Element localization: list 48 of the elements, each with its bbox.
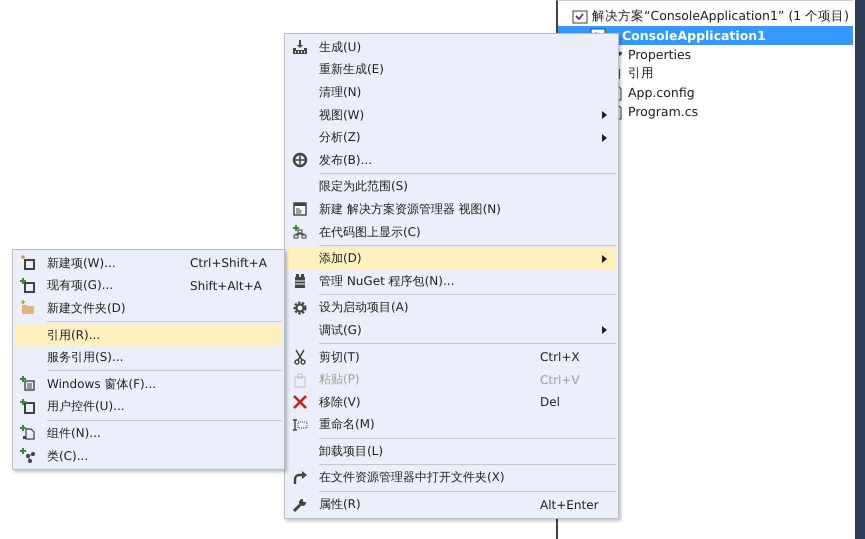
menu-item[interactable]: 分析(Z) xyxy=(287,126,616,149)
menu-item[interactable]: Windows 窗体(F)... xyxy=(15,372,282,396)
tree-item[interactable]: 解决方案“ConsoleApplication1” (1 个项目) xyxy=(558,7,853,26)
scissors-icon xyxy=(292,349,308,366)
menu-item[interactable]: 重新生成(E) xyxy=(287,58,616,82)
menu-item[interactable]: 剪切(T) Ctrl+X xyxy=(287,346,616,368)
menu-item[interactable]: 发布(B)... xyxy=(287,148,616,172)
menu-item[interactable]: 用户控件(U)... xyxy=(15,396,282,418)
redo-arrow-icon xyxy=(292,470,308,486)
menu-item[interactable]: 在文件资源管理器中打开文件夹(X) xyxy=(287,466,616,490)
menu-item[interactable]: 调试(G) xyxy=(287,319,616,342)
folder-icon xyxy=(20,300,36,316)
wrench-icon xyxy=(292,496,308,513)
solution-icon xyxy=(572,8,588,24)
menu-item[interactable]: 限定为此范围(S) xyxy=(287,176,616,198)
download-tray-icon xyxy=(292,39,308,56)
menu-item[interactable]: 组件(N)... xyxy=(15,422,282,445)
clipboard-icon xyxy=(292,372,308,388)
add-item-icon xyxy=(20,278,36,294)
menu-item[interactable]: 清理(N) xyxy=(287,81,616,104)
add-document-icon xyxy=(20,425,36,442)
menu-item[interactable]: 移除(V) Del xyxy=(287,390,616,414)
menu-item[interactable]: 管理 NuGet 程序包(N)... xyxy=(287,270,616,293)
package-icon xyxy=(292,273,308,290)
menu-item[interactable]: 新建文件夹(D) xyxy=(15,297,282,320)
menu-item[interactable]: 视图(W) xyxy=(287,104,616,126)
window-icon xyxy=(292,201,308,218)
rename-icon xyxy=(292,416,308,433)
add-form-icon xyxy=(20,376,36,392)
new-item-icon xyxy=(20,255,36,272)
menu-item[interactable]: 设为启动项目(A) xyxy=(287,296,616,320)
menu-item[interactable]: 在代码图上显示(C) xyxy=(287,220,616,244)
menu-item[interactable]: 重命名(M) xyxy=(287,414,616,436)
menu-item[interactable]: 属性(R) Alt+Enter xyxy=(287,493,616,516)
add-class-icon xyxy=(20,448,36,464)
node-diagram-icon xyxy=(292,224,308,240)
globe-icon xyxy=(292,152,308,168)
menu-item[interactable]: 引用(R)... xyxy=(15,324,282,346)
menu-item[interactable]: 服务引用(S)... xyxy=(15,346,282,369)
menu-item[interactable]: 新建 解决方案资源管理器 视图(N) xyxy=(287,198,616,221)
menu-item[interactable]: 卸载项目(L) xyxy=(287,440,616,463)
menu-item[interactable]: 添加(D) xyxy=(287,247,616,270)
menu-item[interactable]: 类(C)... xyxy=(15,444,282,468)
menu-item[interactable]: 现有项(G)... Shift+Alt+A xyxy=(15,274,282,298)
menu-item[interactable]: 新建项(W)... Ctrl+Shift+A xyxy=(15,252,282,275)
add-square-icon xyxy=(20,398,36,415)
close-icon xyxy=(292,394,308,410)
gear-icon xyxy=(292,300,308,316)
